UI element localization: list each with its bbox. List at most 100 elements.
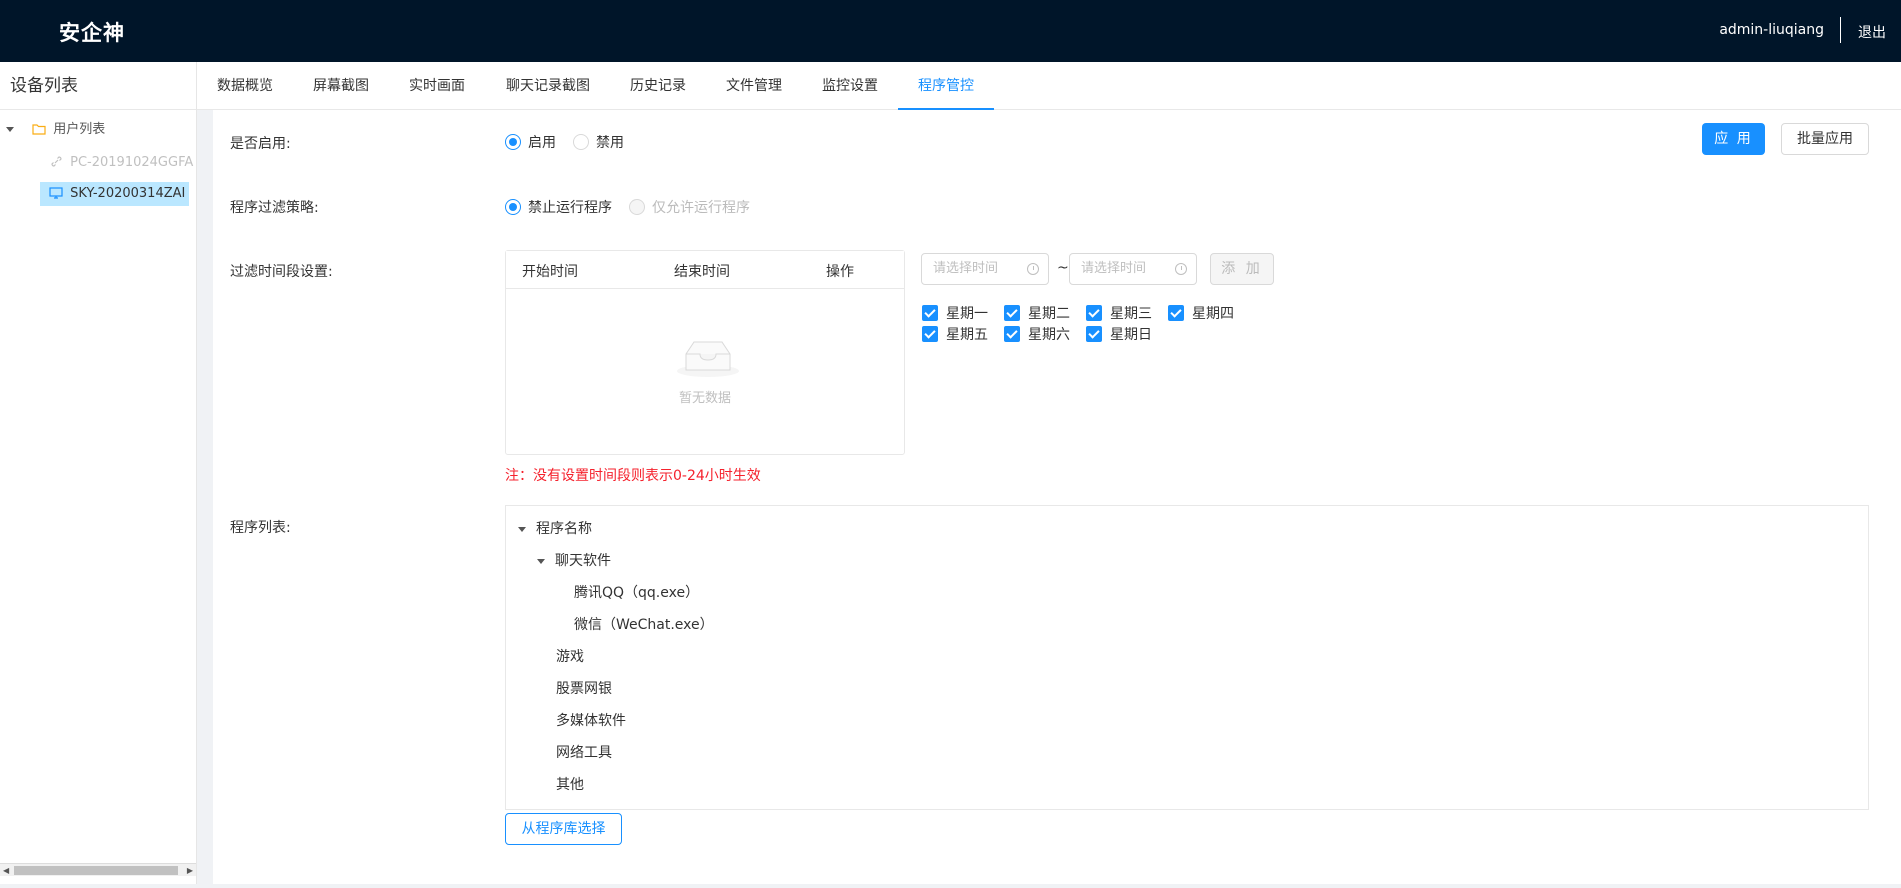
add-time-button: 添 加 (1210, 253, 1274, 285)
tree-node-label: 聊天软件 (555, 553, 611, 569)
tree-node-label: 用户列表 (53, 122, 106, 137)
time-range-table: 开始时间 结束时间 操作 暂无数据 (505, 250, 905, 455)
scrollbar-thumb[interactable] (14, 866, 178, 875)
header-divider (1840, 17, 1841, 43)
tree-node-label: 程序名称 (536, 521, 592, 537)
app-logo-text: 安企神 (59, 21, 125, 45)
radio-unchecked-icon[interactable] (573, 134, 589, 150)
clock-icon (1027, 263, 1039, 275)
tab-monitor-settings[interactable]: 监控设置 (822, 62, 878, 110)
tab-screenshot[interactable]: 屏幕截图 (313, 62, 369, 110)
checkbox-tuesday[interactable]: 星期二 (1004, 303, 1070, 323)
column-start-time: 开始时间 (522, 264, 578, 280)
checkbox-checked-icon[interactable] (1086, 326, 1102, 342)
tab-program-control[interactable]: 程序管控 (898, 62, 994, 110)
checkbox-label: 星期四 (1192, 306, 1234, 322)
checkbox-friday[interactable]: 星期五 (922, 324, 988, 344)
radio-checked-icon[interactable] (505, 134, 521, 150)
radio-allow-programs: 仅允许运行程序 (629, 197, 750, 217)
radio-label: 仅允许运行程序 (652, 200, 750, 216)
radio-checked-icon[interactable] (505, 199, 521, 215)
tree-node-user-list[interactable]: 用户列表 (6, 119, 105, 141)
enable-label: 是否启用: (230, 136, 291, 152)
empty-inbox-icon (676, 336, 740, 382)
tree-node-multimedia[interactable]: 多媒体软件 (556, 710, 626, 730)
scroll-left-icon[interactable]: ◀ (3, 866, 9, 875)
tree-node-other[interactable]: 其他 (556, 774, 584, 794)
checkbox-label: 星期二 (1028, 306, 1070, 322)
radio-label: 禁用 (596, 135, 624, 151)
tree-node-program-name[interactable]: 程序名称 (518, 518, 592, 538)
empty-text: 暂无数据 (678, 391, 731, 406)
checkbox-checked-icon[interactable] (1086, 305, 1102, 321)
checkbox-label: 星期日 (1110, 327, 1152, 343)
tree-device-offline[interactable]: PC-20191024GGFA (50, 152, 193, 174)
link-broken-icon (50, 154, 63, 176)
tree-node-wechat[interactable]: 微信（WeChat.exe） (574, 614, 714, 634)
scroll-right-icon[interactable]: ▶ (187, 866, 193, 875)
column-end-time: 结束时间 (674, 264, 730, 280)
bottom-edge (0, 884, 1901, 888)
range-separator: ~ (1057, 260, 1069, 276)
radio-disable[interactable]: 禁用 (573, 132, 624, 152)
checkbox-label: 星期五 (946, 327, 988, 343)
caret-down-icon[interactable] (537, 558, 545, 564)
checkbox-label: 星期三 (1110, 306, 1152, 322)
device-label: PC-20191024GGFA (70, 155, 194, 170)
tree-node-network-tools[interactable]: 网络工具 (556, 742, 612, 762)
start-time-placeholder: 请选择时间 (933, 261, 999, 276)
checkbox-thursday[interactable]: 星期四 (1168, 303, 1234, 323)
checkbox-checked-icon[interactable] (922, 326, 938, 342)
sidebar-horizontal-scrollbar[interactable]: ◀ ▶ (0, 863, 196, 876)
checkbox-wednesday[interactable]: 星期三 (1086, 303, 1152, 323)
username-label: admin-liuqiang (1719, 22, 1824, 38)
end-time-picker[interactable]: 请选择时间 (1069, 253, 1197, 285)
radio-label: 禁止运行程序 (528, 200, 612, 216)
clock-icon (1175, 263, 1187, 275)
end-time-placeholder: 请选择时间 (1081, 261, 1147, 276)
checkbox-checked-icon[interactable] (1004, 326, 1020, 342)
checkbox-checked-icon[interactable] (1168, 305, 1184, 321)
radio-label: 启用 (528, 135, 556, 151)
batch-apply-button[interactable]: 批量应用 (1781, 123, 1869, 155)
content-gutter (197, 110, 213, 888)
column-actions: 操作 (826, 264, 854, 280)
radio-block-programs[interactable]: 禁止运行程序 (505, 197, 612, 217)
caret-down-icon[interactable] (518, 526, 526, 532)
caret-down-icon[interactable] (6, 127, 14, 132)
tab-chat-screenshot[interactable]: 聊天记录截图 (506, 62, 590, 110)
select-from-library-button[interactable]: 从程序库选择 (505, 813, 622, 845)
tab-history[interactable]: 历史记录 (630, 62, 686, 110)
checkbox-checked-icon[interactable] (922, 305, 938, 321)
radio-disabled-icon (629, 199, 645, 215)
device-sidebar: 设备列表 用户列表 PC-20191024GGFA SKY-20200314ZA… (0, 62, 197, 888)
checkbox-label: 星期六 (1028, 327, 1070, 343)
tab-data-overview[interactable]: 数据概览 (217, 62, 273, 110)
radio-enable[interactable]: 启用 (505, 132, 556, 152)
monitor-icon (49, 184, 63, 206)
tree-node-chat-software[interactable]: 聊天软件 (537, 550, 611, 570)
checkbox-sunday[interactable]: 星期日 (1086, 324, 1152, 344)
checkbox-label: 星期一 (946, 306, 988, 322)
checkbox-saturday[interactable]: 星期六 (1004, 324, 1070, 344)
time-range-note: 注：没有设置时间段则表示0-24小时生效 (505, 468, 761, 484)
tree-node-qq[interactable]: 腾讯QQ（qq.exe） (574, 582, 699, 602)
tab-live-view[interactable]: 实时画面 (409, 62, 465, 110)
strategy-label: 程序过滤策略: (230, 200, 319, 216)
checkbox-monday[interactable]: 星期一 (922, 303, 988, 323)
top-bar: 安企神 admin-liuqiang 退出 (0, 0, 1901, 62)
checkbox-checked-icon[interactable] (1004, 305, 1020, 321)
time-range-label: 过滤时间段设置: (230, 264, 333, 280)
folder-icon (32, 121, 46, 143)
device-label: SKY-20200314ZAI (70, 186, 186, 201)
tree-node-stocks-banking[interactable]: 股票网银 (556, 678, 612, 698)
tab-bar: 数据概览 屏幕截图 实时画面 聊天记录截图 历史记录 文件管理 监控设置 程序管… (197, 62, 1901, 110)
tab-file-management[interactable]: 文件管理 (726, 62, 782, 110)
logout-link[interactable]: 退出 (1858, 22, 1886, 42)
tree-node-games[interactable]: 游戏 (556, 646, 584, 666)
start-time-picker[interactable]: 请选择时间 (921, 253, 1049, 285)
program-tree: 程序名称 聊天软件 腾讯QQ（qq.exe） 微信（WeChat.exe） 游戏… (505, 505, 1869, 810)
program-list-label: 程序列表: (230, 520, 291, 536)
tree-device-selected[interactable]: SKY-20200314ZAI (40, 182, 189, 206)
apply-button[interactable]: 应 用 (1702, 123, 1765, 155)
